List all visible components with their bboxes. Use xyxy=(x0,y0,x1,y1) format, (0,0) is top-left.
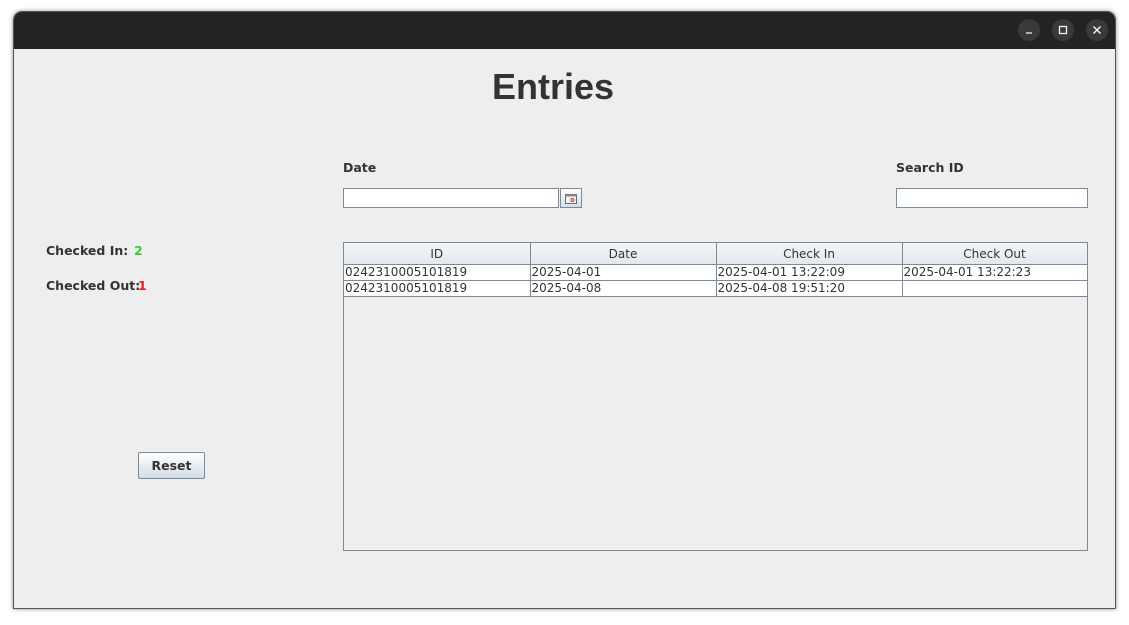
column-header-check-in[interactable]: Check In xyxy=(716,243,903,265)
search-id-input[interactable] xyxy=(896,188,1088,208)
column-header-date[interactable]: Date xyxy=(530,243,717,265)
cell-date[interactable]: 2025-04-08 xyxy=(530,280,717,297)
calendar-button[interactable] xyxy=(560,188,582,208)
date-field[interactable] xyxy=(343,188,559,208)
minimize-icon xyxy=(1024,25,1034,35)
column-header-check-out[interactable]: Check Out xyxy=(902,243,1088,265)
maximize-button[interactable] xyxy=(1052,19,1074,41)
cell-check-in[interactable]: 2025-04-08 19:51:20 xyxy=(716,280,903,297)
cell-date[interactable]: 2025-04-01 xyxy=(530,264,717,281)
cell-id[interactable]: 0242310005101819 xyxy=(344,280,531,297)
checked-in-label: Checked In: xyxy=(46,243,129,258)
close-icon xyxy=(1092,25,1102,35)
table-row[interactable]: 0242310005101819 2025-04-01 2025-04-01 1… xyxy=(344,264,1088,281)
cell-check-in[interactable]: 2025-04-01 13:22:09 xyxy=(716,264,903,281)
maximize-icon xyxy=(1058,25,1068,35)
reset-button[interactable]: Reset xyxy=(138,452,205,479)
app-window: Entries Date Search ID Checked In: 2 Che… xyxy=(13,11,1116,609)
checked-in-count: 2 xyxy=(134,243,143,258)
calendar-icon xyxy=(565,189,577,208)
title-bar xyxy=(14,12,1115,49)
checked-out-label: Checked Out: xyxy=(46,278,141,293)
cell-id[interactable]: 0242310005101819 xyxy=(344,264,531,281)
page-title: Entries xyxy=(491,66,615,107)
table-row[interactable]: 0242310005101819 2025-04-08 2025-04-08 1… xyxy=(344,280,1088,297)
close-button[interactable] xyxy=(1086,19,1108,41)
cell-check-out[interactable] xyxy=(902,280,1088,297)
minimize-button[interactable] xyxy=(1018,19,1040,41)
date-label: Date xyxy=(343,160,377,175)
main-content: Entries Date Search ID Checked In: 2 Che… xyxy=(14,49,1115,608)
search-id-label: Search ID xyxy=(896,160,964,175)
checked-out-count: 1 xyxy=(138,278,147,293)
entries-table[interactable]: ID Date Check In Check Out 0242310005101… xyxy=(343,242,1088,551)
table-header-row: ID Date Check In Check Out xyxy=(344,243,1088,265)
column-header-id[interactable]: ID xyxy=(344,243,531,265)
cell-check-out[interactable]: 2025-04-01 13:22:23 xyxy=(902,264,1088,281)
